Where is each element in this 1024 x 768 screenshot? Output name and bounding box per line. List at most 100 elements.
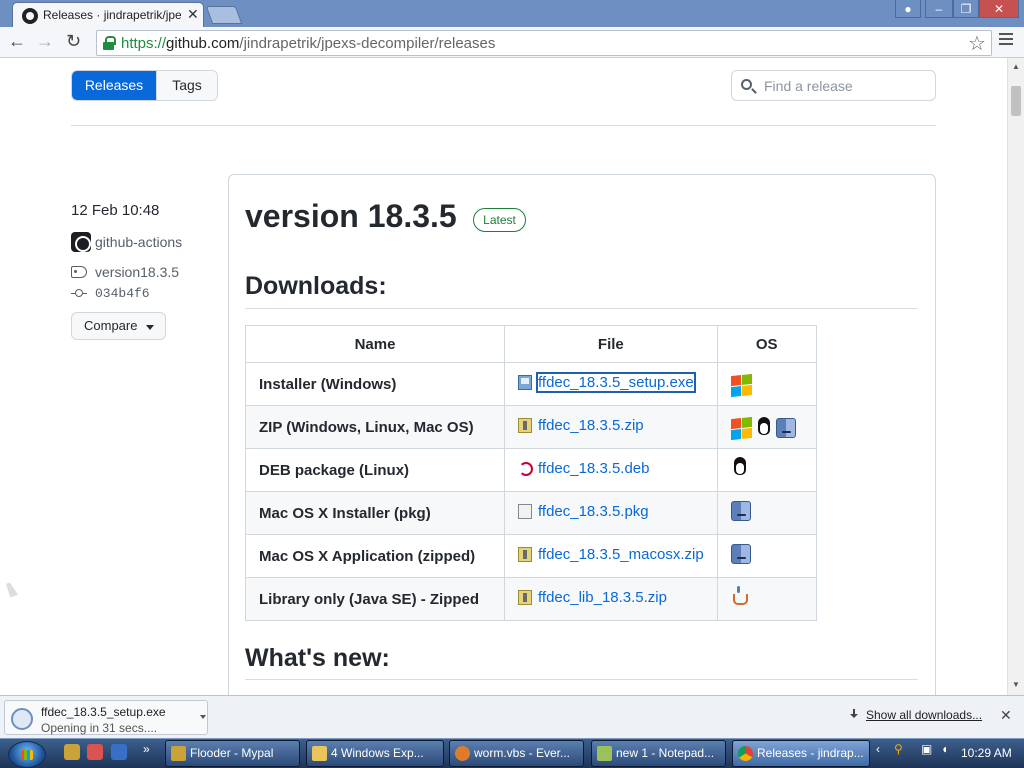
url-text: https://github.com/jindrapetrik/jpexs-de… <box>121 35 496 52</box>
download-link-macosx-zip[interactable]: ffdec_18.3.5_macosx.zip <box>518 546 704 563</box>
new-tab-button[interactable] <box>205 6 243 24</box>
release-title[interactable]: version 18.3.5 <box>245 198 457 235</box>
find-release-input[interactable] <box>764 77 929 95</box>
download-shelf: ffdec_18.3.5_setup.exe Opening in 31 sec… <box>0 695 1024 738</box>
pkg-icon <box>518 504 532 519</box>
download-name: Library only (Java SE) - Zipped <box>245 577 505 621</box>
mypal-icon <box>171 746 186 761</box>
browser-menu-icon[interactable] <box>999 33 1013 48</box>
lock-icon <box>103 36 116 50</box>
minimize-button[interactable]: – <box>925 0 953 18</box>
search-icon <box>741 79 752 90</box>
user-icon[interactable]: ● <box>895 0 921 18</box>
download-link-setup-exe[interactable]: ffdec_18.3.5_setup.exe <box>518 372 696 393</box>
quicklaunch-app-icon[interactable] <box>64 744 80 760</box>
whats-new-heading: What's new: <box>245 644 390 672</box>
download-link-deb[interactable]: ffdec_18.3.5.deb <box>518 460 650 477</box>
maximize-button[interactable]: ❐ <box>953 0 979 18</box>
quicklaunch-overflow-icon[interactable]: » <box>143 742 150 756</box>
show-all-downloads-link[interactable]: Show all downloads... <box>848 708 982 722</box>
mac-icon <box>775 418 796 439</box>
scroll-down-arrow-icon[interactable]: ▼ <box>1012 680 1020 689</box>
chevron-down-icon <box>146 325 154 330</box>
window-close-button[interactable]: ✕ <box>979 0 1019 18</box>
download-link-pkg[interactable]: ffdec_18.3.5.pkg <box>518 503 649 520</box>
tab-close-icon[interactable]: ✕ <box>187 6 199 23</box>
download-name: DEB package (Linux) <box>245 448 505 492</box>
divider <box>245 679 918 680</box>
forward-arrow-icon[interactable]: → <box>36 31 54 52</box>
release-commit[interactable]: 034b4f6 <box>71 286 150 301</box>
download-name: Installer (Windows) <box>245 362 505 406</box>
download-link-zip[interactable]: ffdec_18.3.5.zip <box>518 417 644 434</box>
release-author[interactable]: github-actions <box>71 232 182 252</box>
table-row: Mac OS X Installer (pkg) ffdec_18.3.5.pk… <box>245 491 817 535</box>
reload-icon[interactable]: ↻ <box>66 31 81 52</box>
release-tag[interactable]: version18.3.5 <box>71 264 179 280</box>
network-icon[interactable]: ▣ <box>921 742 932 756</box>
tab-title: Releases · jindrapetrik/jpe... <box>43 8 181 22</box>
search-app-icon <box>455 746 470 761</box>
tray-overflow-icon[interactable]: ‹ <box>876 742 880 756</box>
quicklaunch-browser-icon[interactable] <box>87 744 103 760</box>
bookmark-star-icon[interactable]: ☆ <box>968 31 986 56</box>
download-menu-caret-icon[interactable] <box>200 715 206 719</box>
scroll-up-arrow-icon[interactable]: ▲ <box>1012 62 1020 71</box>
downloads-table: Name File OS Installer (Windows) ffdec_1… <box>245 325 817 621</box>
github-actions-avatar-icon <box>71 232 91 252</box>
volume-icon[interactable]: ◖ <box>941 742 948 756</box>
page-content: Releases Tags 12 Feb 10:48 github-action… <box>0 58 1007 695</box>
zip-icon <box>518 590 532 605</box>
releases-tab[interactable]: Releases <box>72 71 156 100</box>
divider <box>71 125 936 126</box>
windows-start-button[interactable] <box>8 741 46 768</box>
back-arrow-icon[interactable]: ← <box>8 31 26 52</box>
taskbar-item-chrome[interactable]: Releases - jindrap... <box>732 740 870 767</box>
header-name: Name <box>245 325 505 363</box>
download-link-lib-zip[interactable]: ffdec_lib_18.3.5.zip <box>518 589 667 606</box>
folder-icon <box>312 746 327 761</box>
linux-icon <box>755 417 773 439</box>
commit-icon <box>71 288 87 299</box>
scrollbar-thumb[interactable] <box>1011 86 1021 116</box>
chrome-icon <box>738 746 753 761</box>
tags-tab[interactable]: Tags <box>156 71 217 100</box>
download-name: Mac OS X Installer (pkg) <box>245 491 505 535</box>
exe-icon <box>518 375 532 390</box>
address-bar[interactable]: https://github.com/jindrapetrik/jpexs-de… <box>96 30 992 56</box>
clock[interactable]: 10:29 AM <box>961 746 1012 760</box>
deb-icon <box>518 461 533 476</box>
table-row: DEB package (Linux) ffdec_18.3.5.deb <box>245 448 817 492</box>
compare-button[interactable]: Compare <box>71 312 166 340</box>
tray-search-icon[interactable]: ⚲ <box>894 742 903 756</box>
taskbar-item-mypal[interactable]: Flooder - Mypal <box>165 740 300 767</box>
table-row: Mac OS X Application (zipped) ffdec_18.3… <box>245 534 817 578</box>
tag-name[interactable]: version18.3.5 <box>95 264 179 280</box>
download-item[interactable]: ffdec_18.3.5_setup.exe Opening in 31 sec… <box>4 700 208 735</box>
browser-titlebar: Releases · jindrapetrik/jpe... ✕ ● – ❐ ✕ <box>0 0 1024 27</box>
taskbar-item-explorer[interactable]: 4 Windows Exp... <box>306 740 444 767</box>
release-date: 12 Feb 10:48 <box>71 202 160 219</box>
download-name: Mac OS X Application (zipped) <box>245 534 505 578</box>
quicklaunch-desktop-icon[interactable] <box>111 744 127 760</box>
taskbar-item-everything[interactable]: worm.vbs - Ever... <box>449 740 584 767</box>
header-os: OS <box>716 325 817 363</box>
mac-icon <box>730 501 751 521</box>
browser-tab-releases[interactable]: Releases · jindrapetrik/jpe... ✕ <box>12 2 204 27</box>
download-file-icon <box>11 708 33 730</box>
java-icon <box>731 586 748 608</box>
divider <box>245 308 918 309</box>
zip-icon <box>518 418 532 433</box>
github-favicon-icon <box>22 8 38 24</box>
download-file-name: ffdec_18.3.5_setup.exe <box>41 705 166 719</box>
downloads-heading: Downloads: <box>245 272 387 300</box>
find-release-box <box>731 70 936 101</box>
close-shelf-icon[interactable]: ✕ <box>1000 707 1012 724</box>
table-row: Library only (Java SE) - Zipped ffdec_li… <box>245 577 817 621</box>
author-name[interactable]: github-actions <box>95 234 182 250</box>
taskbar-item-notepad[interactable]: new 1 - Notepad... <box>591 740 726 767</box>
commit-sha[interactable]: 034b4f6 <box>95 286 150 301</box>
windows-icon <box>730 373 752 398</box>
download-status: Opening in 31 secs.... <box>41 721 158 735</box>
page-scrollbar[interactable]: ▲ ▼ <box>1007 58 1024 695</box>
